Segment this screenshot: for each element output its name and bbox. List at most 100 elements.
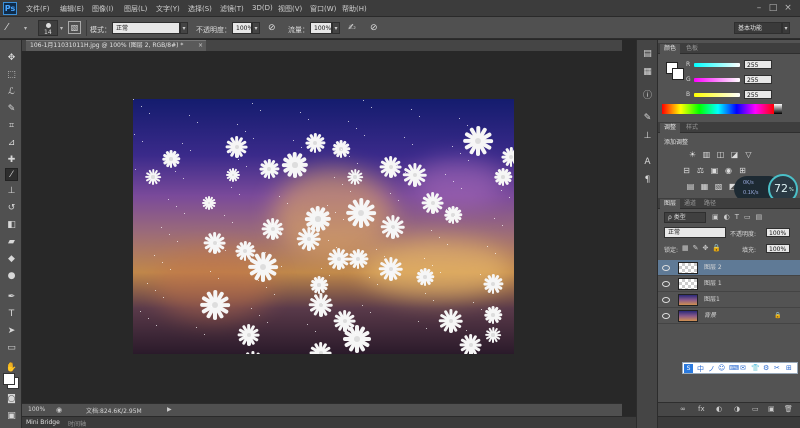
eye-icon[interactable] — [662, 281, 670, 287]
opacity-input[interactable]: 100% — [232, 22, 253, 34]
quick-mask-icon[interactable]: ◙ — [5, 393, 18, 406]
threshold-icon[interactable]: ▧ — [714, 182, 723, 191]
tab-channels[interactable]: 通道 — [680, 199, 700, 209]
menu-type[interactable]: 文字(Y) — [156, 4, 180, 14]
marquee-tool-icon[interactable]: ⬚ — [5, 69, 18, 82]
ime-logo-icon[interactable]: S — [684, 364, 693, 373]
link-layers-icon[interactable]: ∞ — [680, 405, 686, 413]
brightness-contrast-icon[interactable]: ☀ — [688, 150, 697, 159]
layer-opacity-input[interactable]: 100% — [766, 228, 790, 237]
flow-input[interactable]: 100% — [310, 22, 332, 34]
close-tab-icon[interactable]: × — [198, 41, 203, 51]
layer-mask-icon[interactable]: ◐ — [716, 405, 722, 413]
clone-stamp-tool-icon[interactable]: ⊥ — [5, 185, 18, 198]
chevron-down-icon[interactable]: ▾ — [782, 22, 790, 34]
path-select-tool-icon[interactable]: ➤ — [5, 325, 18, 338]
menu-window[interactable]: 窗口(W) — [310, 4, 336, 14]
ime-mail-icon[interactable]: ✉ — [740, 364, 746, 372]
ime-scissors-icon[interactable]: ✂ — [774, 364, 780, 372]
ime-chinese-toggle[interactable]: 中 — [697, 364, 704, 374]
menu-edit[interactable]: 编辑(E) — [60, 4, 84, 14]
channel-mixer-icon[interactable]: ⊞ — [738, 166, 747, 175]
brush-tool-icon[interactable]: ⁄ — [5, 168, 18, 181]
layer-row[interactable]: 图层 1 — [658, 276, 800, 292]
ime-emoji-icon[interactable]: ☺ — [718, 364, 725, 372]
black-white-icon[interactable]: ▣ — [710, 166, 719, 175]
share-icon[interactable]: ◉ — [56, 406, 64, 414]
paragraph-panel-icon[interactable]: ¶ — [641, 174, 654, 187]
tab-color[interactable]: 颜色 — [660, 44, 681, 54]
brush-tool-icon[interactable]: ⁄ — [6, 21, 20, 35]
menu-filter[interactable]: 滤镜(T) — [220, 4, 244, 14]
tab-mini-bridge[interactable]: Mini Bridge — [26, 419, 60, 426]
info-panel-icon[interactable]: ⓘ — [641, 90, 654, 103]
menu-view[interactable]: 视图(V) — [278, 4, 302, 14]
workspace-switcher[interactable]: 基本功能 — [734, 22, 782, 34]
eye-icon[interactable] — [662, 313, 670, 319]
dodge-tool-icon[interactable]: ● — [5, 270, 18, 283]
curves-icon[interactable]: ◫ — [716, 150, 725, 159]
tab-swatches[interactable]: 色板 — [682, 44, 702, 54]
ime-keyboard-icon[interactable]: ⌨ — [729, 364, 739, 372]
chevron-down-icon[interactable]: ▾ — [252, 22, 260, 34]
chevron-down-icon[interactable]: ▾ — [60, 25, 63, 32]
brush-preset-picker[interactable]: 14 — [38, 20, 58, 36]
black-white-ramp[interactable] — [774, 104, 782, 114]
pressure-opacity-icon[interactable]: ⊘ — [268, 22, 280, 34]
brush-panel-icon[interactable]: ✎ — [641, 112, 654, 125]
color-balance-icon[interactable]: ⚖ — [696, 166, 705, 175]
hue-saturation-icon[interactable]: ⊟ — [682, 166, 691, 175]
history-panel-icon[interactable]: ▤ — [641, 48, 654, 61]
levels-icon[interactable]: ▥ — [702, 150, 711, 159]
red-channel-value[interactable]: 255 — [744, 60, 772, 69]
minimize-button[interactable]: – — [754, 3, 764, 13]
red-channel-slider[interactable] — [694, 63, 740, 67]
move-tool-icon[interactable]: ✥ — [5, 52, 18, 65]
ime-punctuation-icon[interactable]: ノ — [708, 364, 715, 374]
eye-icon[interactable] — [662, 265, 670, 271]
menu-image[interactable]: 图像(I) — [92, 4, 114, 14]
vibrance-icon[interactable]: ▽ — [744, 150, 753, 159]
document-image[interactable] — [133, 99, 514, 354]
blue-channel-slider[interactable] — [694, 93, 740, 97]
menu-select[interactable]: 选择(S) — [188, 4, 212, 14]
quick-select-tool-icon[interactable]: ✎ — [5, 103, 18, 116]
background-color-swatch[interactable] — [672, 68, 684, 80]
brush-panel-icon[interactable]: ▧ — [68, 21, 81, 34]
green-channel-slider[interactable] — [694, 78, 740, 82]
blue-channel-value[interactable]: 255 — [744, 90, 772, 99]
tab-adjustments[interactable]: 调整 — [660, 123, 681, 133]
character-panel-icon[interactable]: A — [641, 156, 654, 169]
menu-layer[interactable]: 图层(L) — [124, 4, 147, 14]
layer-filter-select[interactable]: ρ 类型 — [664, 212, 706, 223]
chevron-down-icon[interactable]: ▾ — [180, 22, 188, 34]
healing-brush-tool-icon[interactable]: ✚ — [5, 154, 18, 167]
menu-help[interactable]: 帮助(H) — [342, 4, 367, 14]
shape-tool-icon[interactable]: ▭ — [5, 342, 18, 355]
screen-mode-icon[interactable]: ▣ — [5, 410, 18, 423]
new-group-icon[interactable]: ▭ — [752, 405, 759, 413]
chevron-down-icon[interactable]: ▾ — [24, 25, 30, 32]
gradient-tool-icon[interactable]: ▰ — [5, 236, 18, 249]
clone-source-icon[interactable]: ⊥ — [641, 130, 654, 143]
maximize-button[interactable]: □ — [768, 3, 778, 13]
layer-filter-icons[interactable]: ▣◐T▭▤ — [712, 213, 792, 222]
tab-layers[interactable]: 图层 — [660, 199, 681, 209]
new-layer-icon[interactable]: ▣ — [768, 405, 775, 413]
chevron-down-icon[interactable]: ▾ — [332, 22, 340, 34]
lasso-tool-icon[interactable]: ℒ — [5, 86, 18, 99]
document-tab[interactable]: 106-1月11031011H.jpg @ 100% (图层 2, RGB/8#… — [26, 40, 206, 51]
status-menu-arrow-icon[interactable]: ▶ — [167, 406, 172, 413]
history-brush-tool-icon[interactable]: ↺ — [5, 202, 18, 215]
eyedropper-tool-icon[interactable]: ⊿ — [5, 137, 18, 150]
menu-file[interactable]: 文件(F) — [26, 4, 50, 14]
ime-grid-icon[interactable]: ⊞ — [786, 364, 792, 372]
menu-3d[interactable]: 3D(D) — [252, 4, 273, 12]
fx-icon[interactable]: fx — [698, 405, 705, 413]
close-button[interactable]: × — [783, 3, 793, 13]
exposure-icon[interactable]: ◪ — [730, 150, 739, 159]
lock-icons[interactable]: ▦✎✥🔒 — [682, 244, 732, 252]
tab-styles[interactable]: 样式 — [682, 123, 702, 133]
invert-icon[interactable]: ▤ — [686, 182, 695, 191]
tab-timeline[interactable]: 时间轴 — [68, 419, 86, 428]
